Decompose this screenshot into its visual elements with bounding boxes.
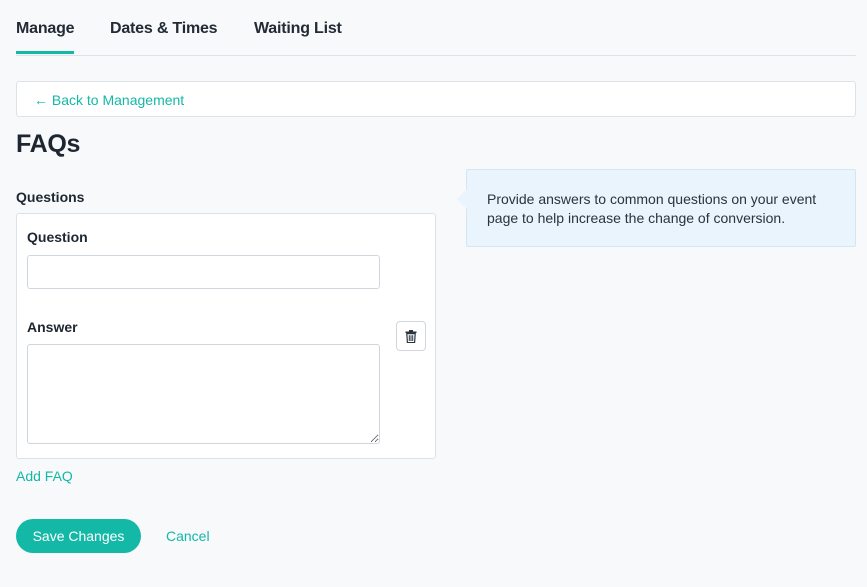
answer-label: Answer: [27, 319, 78, 335]
tab-manage[interactable]: Manage: [16, 20, 75, 54]
faq-item-card: Question Answer: [16, 213, 436, 459]
questions-section-label: Questions: [16, 189, 85, 205]
question-label: Question: [27, 229, 88, 245]
delete-faq-button[interactable]: [396, 321, 426, 351]
help-text: Provide answers to common questions on y…: [487, 191, 817, 226]
add-faq-link[interactable]: Add FAQ: [16, 468, 73, 484]
back-to-management-link[interactable]: ← Back to Management: [34, 92, 184, 108]
save-changes-button[interactable]: Save Changes: [16, 519, 141, 553]
trash-icon: [405, 329, 417, 343]
tab-bar: Manage Dates & Times Waiting List: [16, 0, 856, 56]
tab-dates-times[interactable]: Dates & Times: [110, 20, 218, 38]
page-title: FAQs: [16, 130, 81, 158]
help-callout: Provide answers to common questions on y…: [457, 169, 856, 247]
tab-waiting-list[interactable]: Waiting List: [254, 20, 342, 38]
back-bar: ← Back to Management: [16, 81, 856, 117]
cancel-link[interactable]: Cancel: [166, 528, 210, 544]
answer-textarea[interactable]: [27, 344, 380, 444]
back-arrow-icon: ←: [34, 92, 48, 108]
back-link-label: Back to Management: [51, 92, 185, 108]
question-input[interactable]: [27, 255, 380, 289]
